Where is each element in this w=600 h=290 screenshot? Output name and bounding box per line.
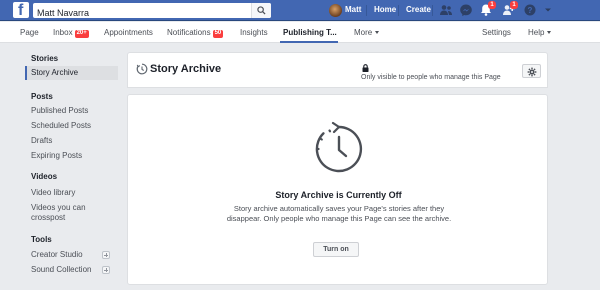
empty-state-title: Story Archive is Currently Off bbox=[275, 190, 402, 200]
search-input[interactable] bbox=[33, 5, 243, 21]
visibility-note: Only visible to people who manage this P… bbox=[361, 74, 501, 81]
search-button[interactable] bbox=[251, 3, 271, 18]
tab-notifications-label: Notifications bbox=[167, 28, 211, 37]
tab-insights-label: Insights bbox=[240, 28, 268, 37]
gear-icon bbox=[527, 67, 537, 77]
page-title: Story Archive bbox=[150, 63, 222, 75]
notifications-badge: 50 bbox=[212, 30, 224, 38]
turn-on-button[interactable]: Turn on bbox=[313, 242, 359, 257]
help-icon[interactable]: ? bbox=[523, 3, 537, 17]
story-archive-clock-icon bbox=[315, 121, 363, 173]
tab-page-label: Page bbox=[20, 28, 39, 37]
top-bar: f Matt Home Create 1 1 ? bbox=[0, 0, 600, 21]
profile-link[interactable]: Matt bbox=[345, 5, 361, 14]
create-link[interactable]: Create bbox=[406, 5, 431, 14]
sidebar-item-creator-studio[interactable]: Creator Studio bbox=[25, 250, 118, 260]
divider bbox=[398, 5, 399, 16]
avatar[interactable] bbox=[329, 4, 342, 17]
sidebar-item-drafts[interactable]: Drafts bbox=[25, 136, 118, 146]
help-menu[interactable]: Help bbox=[528, 28, 552, 37]
tab-page[interactable]: Page bbox=[20, 28, 39, 37]
active-tab-indicator bbox=[280, 41, 338, 43]
help-menu-label: Help bbox=[528, 28, 545, 37]
story-archive-content: Story Archive is Currently Off Story arc… bbox=[127, 94, 548, 285]
tab-inbox[interactable]: Inbox 20+ bbox=[53, 28, 89, 38]
account-menu-chevron-icon[interactable] bbox=[541, 3, 555, 17]
sidebar-item-scheduled-posts[interactable]: Scheduled Posts bbox=[25, 121, 118, 131]
tab-publishing-tools[interactable]: Publishing T... bbox=[283, 28, 337, 37]
search-box bbox=[33, 3, 271, 21]
inbox-badge: 20+ bbox=[74, 30, 89, 38]
archive-clock-icon bbox=[136, 63, 148, 75]
tab-more[interactable]: More bbox=[354, 28, 380, 37]
tab-appointments[interactable]: Appointments bbox=[104, 28, 153, 37]
sidebar-section-tools: Tools bbox=[31, 235, 52, 244]
external-link-icon bbox=[102, 266, 110, 274]
sidebar-item-story-archive[interactable]: Story Archive bbox=[25, 66, 118, 80]
tab-inbox-label: Inbox bbox=[53, 28, 73, 37]
empty-state-description: Story archive automatically saves your P… bbox=[226, 204, 452, 223]
tab-publishing-tools-label: Publishing T... bbox=[283, 28, 337, 37]
divider bbox=[432, 5, 433, 16]
sidebar-item-label: Sound Collection bbox=[31, 265, 92, 274]
home-link[interactable]: Home bbox=[374, 5, 396, 14]
lock-icon bbox=[362, 64, 369, 72]
external-link-icon bbox=[102, 251, 110, 259]
friends-icon[interactable] bbox=[439, 3, 453, 17]
notification-badge: 1 bbox=[488, 1, 496, 9]
chevron-down-icon bbox=[547, 31, 552, 34]
settings-gear-button[interactable] bbox=[522, 64, 541, 78]
sidebar-item-label: Creator Studio bbox=[31, 250, 83, 259]
story-archive-header: Story Archive Only visible to people who… bbox=[127, 52, 548, 88]
friend-requests-badge: 1 bbox=[510, 1, 518, 9]
svg-text:?: ? bbox=[528, 6, 533, 15]
sidebar-item-sound-collection[interactable]: Sound Collection bbox=[25, 265, 118, 275]
tab-appointments-label: Appointments bbox=[104, 28, 153, 37]
page-nav: Page Inbox 20+ Appointments Notifications… bbox=[0, 22, 600, 43]
sidebar-section-videos: Videos bbox=[31, 172, 58, 181]
sidebar-item-published-posts[interactable]: Published Posts bbox=[25, 106, 118, 116]
tab-more-label: More bbox=[354, 28, 373, 37]
sidebar-section-stories: Stories bbox=[31, 54, 59, 63]
settings-link[interactable]: Settings bbox=[482, 28, 511, 37]
search-icon bbox=[257, 6, 266, 15]
tab-notifications[interactable]: Notifications 50 bbox=[167, 28, 224, 38]
messenger-icon[interactable] bbox=[459, 3, 473, 17]
sidebar-item-videos-crosspost[interactable]: Videos you can crosspost bbox=[25, 203, 95, 223]
tab-insights[interactable]: Insights bbox=[240, 28, 268, 37]
sidebar-item-video-library[interactable]: Video library bbox=[25, 188, 118, 198]
sidebar-item-expiring-posts[interactable]: Expiring Posts bbox=[25, 151, 118, 161]
sidebar-section-posts: Posts bbox=[31, 92, 53, 101]
divider bbox=[366, 5, 367, 16]
chevron-down-icon bbox=[375, 31, 380, 34]
facebook-logo-icon[interactable]: f bbox=[13, 2, 29, 18]
